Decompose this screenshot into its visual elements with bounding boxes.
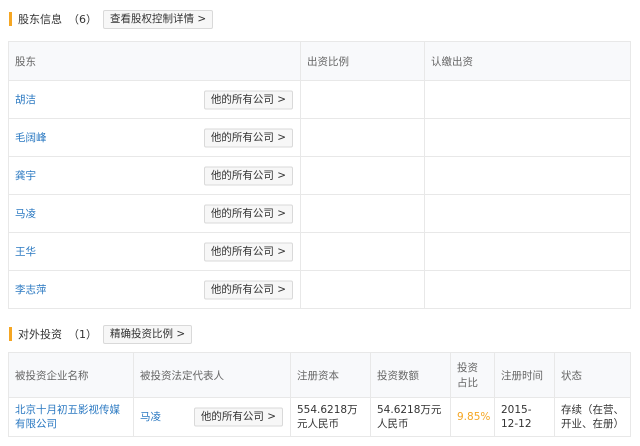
amount-cell: 54.6218万元人民币 — [370, 397, 451, 437]
precise-ratio-button[interactable]: 精确投资比例 > — [103, 324, 193, 344]
shareholder-name-link[interactable]: 李志萍 — [15, 284, 47, 296]
table-row: 胡洁 他的所有公司 > — [8, 80, 631, 119]
column-header-shareholder: 股东 — [8, 41, 301, 81]
table-row: 毛阔峰 他的所有公司 > — [8, 118, 631, 157]
ratio-cell — [300, 232, 425, 271]
all-companies-button[interactable]: 他的所有公司 > — [203, 90, 293, 109]
subscribed-cell — [424, 118, 631, 157]
all-companies-button[interactable]: 他的所有公司 > — [203, 128, 293, 147]
status-cell: 存续（在营、开业、在册） — [554, 397, 631, 437]
subscribed-cell — [424, 80, 631, 119]
ratio-cell — [300, 270, 425, 309]
subscribed-cell — [424, 194, 631, 233]
shareholders-table: 股东 出资比例 认缴出资 胡洁 他的所有公司 > 毛阔峰 他的所有公司 > 龚宇 他的所有… — [8, 41, 631, 309]
investments-table: 被投资企业名称 被投资法定代表人 注册资本 投资数额 投资占比 注册时间 状态 … — [8, 352, 631, 437]
all-companies-button[interactable]: 他的所有公司 > — [203, 242, 293, 261]
column-header-ratio: 出资比例 — [300, 41, 425, 81]
all-companies-button[interactable]: 他的所有公司 > — [203, 204, 293, 223]
subscribed-cell — [424, 232, 631, 271]
shareholder-name-link[interactable]: 毛阔峰 — [15, 132, 47, 144]
shareholders-header: 股东信息 （6） 查看股权控制详情 > — [9, 9, 214, 29]
column-header-company: 被投资企业名称 — [8, 352, 134, 398]
capital-cell: 554.6218万元人民币 — [290, 397, 371, 437]
ratio-cell — [300, 156, 425, 195]
all-companies-button[interactable]: 他的所有公司 > — [203, 280, 293, 299]
table-row: 李志萍 他的所有公司 > — [8, 270, 631, 309]
shareholder-cell: 马凌 他的所有公司 > — [8, 194, 301, 233]
column-header-ratio: 投资占比 — [450, 352, 495, 398]
all-companies-button[interactable]: 他的所有公司 > — [193, 407, 283, 427]
shareholder-cell: 龚宇 他的所有公司 > — [8, 156, 301, 195]
column-header-amount: 投资数额 — [370, 352, 451, 398]
table-header-row: 被投资企业名称 被投资法定代表人 注册资本 投资数额 投资占比 注册时间 状态 — [8, 352, 631, 398]
shareholder-name-link[interactable]: 王华 — [15, 246, 36, 258]
table-header-row: 股东 出资比例 认缴出资 — [8, 41, 631, 81]
equity-control-detail-button[interactable]: 查看股权控制详情 > — [103, 9, 214, 29]
legal-rep-cell: 马凌 他的所有公司 > — [133, 397, 291, 437]
section-accent-bar — [9, 12, 12, 26]
date-cell: 2015-12-12 — [494, 397, 555, 437]
investments-header: 对外投资 （1） 精确投资比例 > — [9, 324, 193, 344]
shareholder-cell: 李志萍 他的所有公司 > — [8, 270, 301, 309]
shareholders-count: （6） — [68, 13, 97, 26]
company-cell: 北京十月初五影视传媒有限公司 — [8, 397, 134, 437]
all-companies-button[interactable]: 他的所有公司 > — [203, 166, 293, 185]
investments-title: 对外投资 — [18, 328, 62, 341]
subscribed-cell — [424, 156, 631, 195]
table-row: 王华 他的所有公司 > — [8, 232, 631, 271]
table-row: 龚宇 他的所有公司 > — [8, 156, 631, 195]
shareholder-cell: 毛阔峰 他的所有公司 > — [8, 118, 301, 157]
shareholder-name-link[interactable]: 马凌 — [15, 208, 36, 220]
ratio-cell — [300, 118, 425, 157]
table-row: 北京十月初五影视传媒有限公司 马凌 他的所有公司 > 554.6218万元人民币 54.… — [8, 397, 631, 437]
company-name-link[interactable]: 北京十月初五影视传媒有限公司 — [15, 404, 120, 430]
ratio-cell — [300, 194, 425, 233]
table-row: 马凌 他的所有公司 > — [8, 194, 631, 233]
shareholder-cell: 胡洁 他的所有公司 > — [8, 80, 301, 119]
section-accent-bar — [9, 327, 12, 341]
shareholder-name-link[interactable]: 龚宇 — [15, 170, 36, 182]
investments-count: （1） — [68, 328, 97, 341]
column-header-capital: 注册资本 — [290, 352, 371, 398]
legal-rep-link[interactable]: 马凌 — [140, 411, 161, 423]
ratio-cell: 9.85% — [450, 397, 495, 437]
column-header-status: 状态 — [554, 352, 631, 398]
column-header-legal-rep: 被投资法定代表人 — [133, 352, 291, 398]
column-header-date: 注册时间 — [494, 352, 555, 398]
shareholder-name-link[interactable]: 胡洁 — [15, 94, 36, 106]
ratio-cell — [300, 80, 425, 119]
column-header-subscribed: 认缴出资 — [424, 41, 631, 81]
shareholder-cell: 王华 他的所有公司 > — [8, 232, 301, 271]
subscribed-cell — [424, 270, 631, 309]
shareholders-title: 股东信息 — [18, 13, 62, 26]
